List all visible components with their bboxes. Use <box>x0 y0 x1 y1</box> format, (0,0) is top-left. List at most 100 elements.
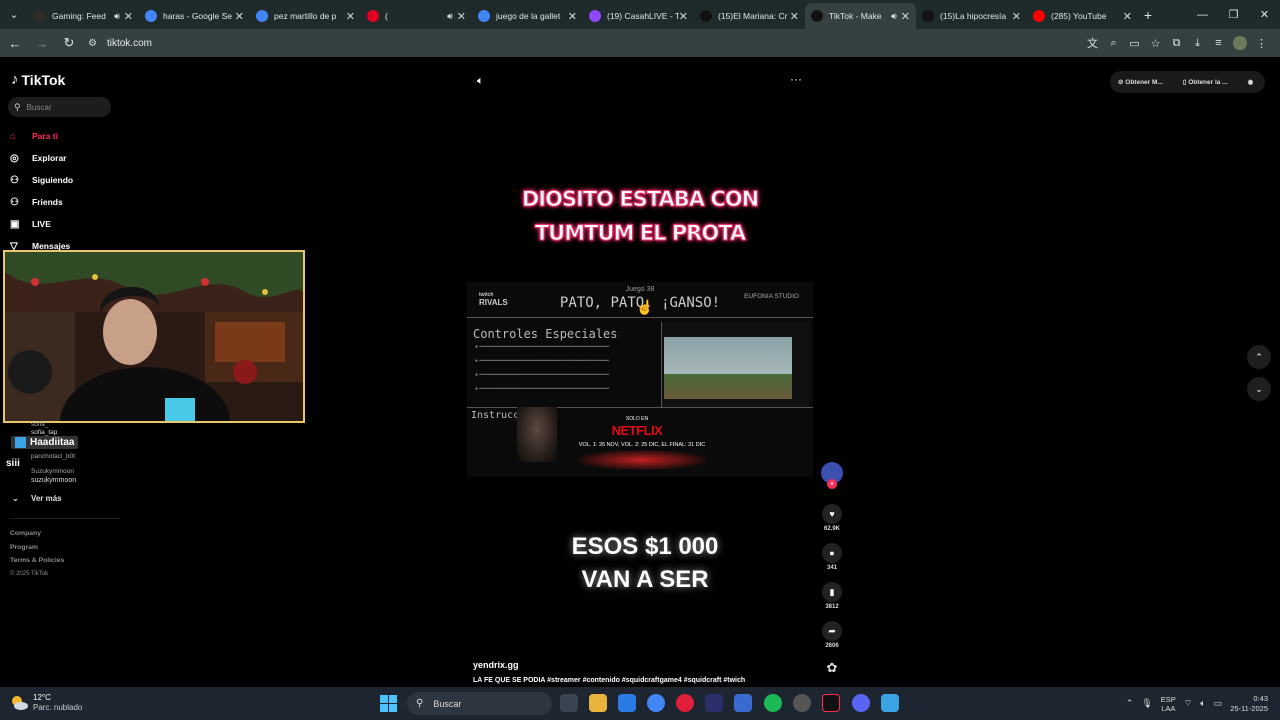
app-icon[interactable] <box>734 694 752 712</box>
taskbar-search[interactable]: ⚲ Buscar <box>407 692 552 715</box>
site-info-icon[interactable]: ⚙ <box>88 38 97 49</box>
tab-search-button[interactable]: ⌄ <box>0 0 28 29</box>
browser-tab[interactable]: (285) YouTube ✕ <box>1027 3 1138 29</box>
tab-close-icon[interactable]: ✕ <box>1123 10 1132 23</box>
close-window-button[interactable]: ✕ <box>1249 0 1280 29</box>
profile-avatar[interactable] <box>1233 36 1247 50</box>
footer-link[interactable]: Terms & Policies <box>10 554 64 568</box>
clock[interactable]: 0:43 25-11-2025 <box>1230 694 1268 714</box>
sidebar-item-live[interactable]: ▣ LIVE <box>10 213 73 235</box>
wifi-icon[interactable]: ⌔ <box>1184 698 1192 709</box>
following-name-1[interactable]: sofia_ <box>31 421 48 428</box>
tab-close-icon[interactable]: ✕ <box>790 10 799 23</box>
tiktok-app-icon[interactable] <box>822 694 840 712</box>
browser-tab[interactable]: pez martillo de p ✕ <box>250 3 361 29</box>
zoom-icon[interactable]: ⌕ <box>1103 37 1124 50</box>
app-icon-2[interactable] <box>881 694 899 712</box>
bookmark-star-icon[interactable]: ☆ <box>1145 37 1166 50</box>
tab-audio-icon[interactable]: 🔊︎ <box>447 11 453 22</box>
tab-close-icon[interactable]: ✕ <box>901 10 910 23</box>
browser-tab[interactable]: (15)El Mariana: Cr ✕ <box>694 3 805 29</box>
tab-favicon-icon <box>256 10 268 22</box>
video-author[interactable]: yendrix.gg <box>473 660 519 670</box>
footer-link[interactable]: Company <box>10 527 64 541</box>
discord-icon[interactable] <box>852 694 870 712</box>
volume-icon[interactable]: 🔈︎ <box>1200 698 1205 709</box>
search-input[interactable]: ⚲ Buscar <box>8 97 111 117</box>
tab-close-icon[interactable]: ✕ <box>568 10 577 23</box>
following-item-haadiitaa[interactable]: Haadiitaa <box>11 436 79 449</box>
browser-tab[interactable]: TikTok - Make 🔊︎ ✕ <box>805 3 916 29</box>
share-button[interactable]: ➦ 2606 <box>818 621 846 649</box>
browser-tab[interactable]: (15)La hipocresía ✕ <box>916 3 1027 29</box>
creator-avatar[interactable]: + <box>818 462 846 489</box>
comment-button[interactable]: ● 341 <box>818 543 846 571</box>
like-button[interactable]: ♥ 62.9K <box>818 504 846 532</box>
ver-mas-button[interactable]: ⌄ Ver más <box>12 494 62 503</box>
minimize-button[interactable]: — <box>1187 0 1218 29</box>
browser-menu-icon[interactable]: ⋮ <box>1251 37 1272 50</box>
extensions-icon[interactable]: ⧉ <box>1166 37 1187 50</box>
more-options-icon[interactable]: ··· <box>790 72 802 86</box>
steam-icon[interactable] <box>793 694 811 712</box>
tiktok-logo[interactable]: ♪ TikTok <box>11 71 65 88</box>
browser-toolbar: ← → ↻ ⚙ tiktok.com 文 ⌕ ▭ ☆ ⧉ ⤓ ≡ ⋮ <box>0 29 1280 57</box>
browser-tab[interactable]: haras - Google Se ✕ <box>139 3 250 29</box>
tab-close-icon[interactable]: ✕ <box>124 10 133 23</box>
divider <box>10 518 120 519</box>
battery-icon[interactable]: ▭ <box>1214 698 1223 709</box>
download-icon[interactable]: ⤓ <box>1187 37 1208 50</box>
translate-icon[interactable]: 文 <box>1082 35 1103 51</box>
sidebar-item-siguiendo[interactable]: ⚇ Siguiendo <box>10 169 73 191</box>
tab-close-icon[interactable]: ✕ <box>346 10 355 23</box>
tab-close-icon[interactable]: ✕ <box>235 10 244 23</box>
sidebar-item-label: Explorar <box>32 153 67 163</box>
get-coins-button[interactable]: ⊘ Obtener M... <box>1118 78 1173 86</box>
vscode-icon[interactable] <box>705 694 723 712</box>
maximize-button[interactable]: ❐ <box>1218 0 1249 29</box>
back-button[interactable]: ← <box>3 36 27 51</box>
new-tab-button[interactable]: + <box>1138 7 1158 23</box>
media-control-icon[interactable]: ≡ <box>1208 37 1229 49</box>
cast-icon[interactable]: ▭ <box>1124 37 1145 50</box>
spotify-icon[interactable] <box>764 694 782 712</box>
sidebar-item-explorar[interactable]: ◎ Explorar <box>10 147 73 169</box>
tab-audio-icon[interactable]: 🔊︎ <box>114 11 120 22</box>
weather-widget[interactable]: 12°C Parc. nublado <box>10 693 82 713</box>
sidebar-item-para-ti[interactable]: ⌂ Para ti <box>10 125 73 147</box>
browser-tab[interactable]: (19) CasahLIVE - T ✕ <box>583 3 694 29</box>
sidebar-item-friends[interactable]: ⚇ Friends <box>10 191 73 213</box>
previous-video-button[interactable]: ⌃ <box>1247 345 1271 369</box>
following-sub-2: Suzukymmoon <box>31 468 74 475</box>
browser-tab[interactable]: (🔊︎ ✕ <box>361 3 472 29</box>
opera-icon[interactable] <box>676 694 694 712</box>
task-view-icon[interactable] <box>560 694 578 712</box>
file-explorer-icon[interactable] <box>589 694 607 712</box>
chrome-icon[interactable] <box>647 694 665 712</box>
following-item-suzukymmoon[interactable]: suzukymmoon <box>31 477 76 484</box>
language-indicator[interactable]: ESP LAA <box>1161 695 1176 713</box>
follow-plus-icon[interactable]: + <box>827 479 837 489</box>
browser-tab[interactable]: juego de la gallet ✕ <box>472 3 583 29</box>
forward-button[interactable]: → <box>30 36 54 51</box>
address-bar[interactable]: ⚙ tiktok.com <box>80 32 1140 54</box>
chevron-up-icon[interactable]: ⌃ <box>1126 698 1134 709</box>
video-player[interactable]: 🔈︎ ··· DIOSITO ESTABA CON TUMTUM EL PROT… <box>465 72 815 695</box>
profile-icon[interactable]: ◉ <box>1248 78 1254 86</box>
reload-button[interactable]: ↻ <box>57 35 81 51</box>
mic-icon[interactable]: 🎙︎ <box>1141 698 1152 709</box>
next-video-button[interactable]: ⌄ <box>1247 377 1271 401</box>
tab-close-icon[interactable]: ✕ <box>1012 10 1021 23</box>
browser-tab[interactable]: Gaming: Feed 🔊︎ ✕ <box>28 3 139 29</box>
save-button[interactable]: ▮ 3812 <box>818 582 846 610</box>
footer-link[interactable]: Program <box>10 541 64 555</box>
tab-close-icon[interactable]: ✕ <box>457 10 466 23</box>
windows-start-icon[interactable] <box>380 695 397 712</box>
tab-audio-icon[interactable]: 🔊︎ <box>891 11 897 22</box>
get-app-button[interactable]: ▯ Obtener la ... <box>1183 78 1238 86</box>
music-disc[interactable]: ✿ <box>818 660 846 676</box>
volume-icon[interactable]: 🔈︎ <box>477 75 484 88</box>
store-icon[interactable] <box>618 694 636 712</box>
following-name-2[interactable]: sofia_tap <box>31 429 57 436</box>
tab-close-icon[interactable]: ✕ <box>679 10 688 23</box>
